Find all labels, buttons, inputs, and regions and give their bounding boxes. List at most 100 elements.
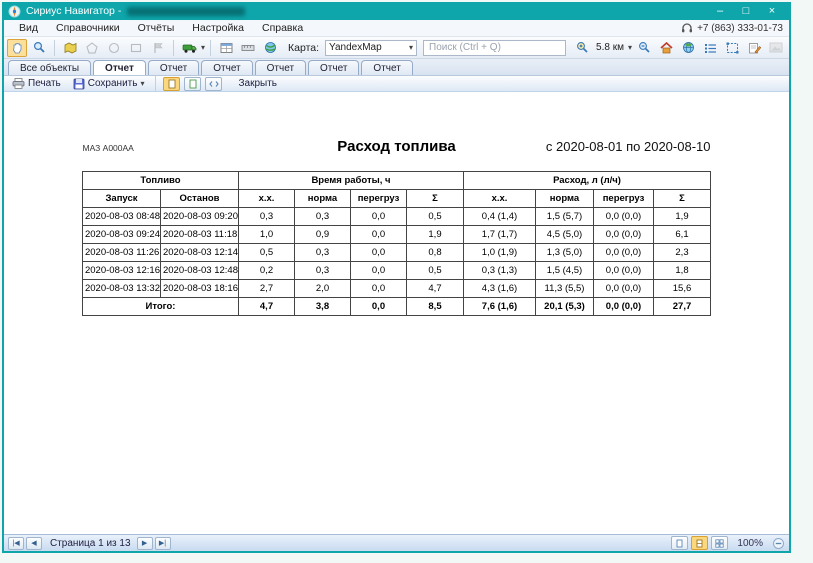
total-idle-time: 4,7 <box>239 298 295 316</box>
draw-rectangle-button[interactable] <box>126 39 146 57</box>
tab-report[interactable]: Отчет <box>201 60 252 75</box>
col-overload-time: перегруз <box>351 190 407 208</box>
table-cell: 0,5 <box>239 244 295 262</box>
globe-tracks-button[interactable] <box>260 39 280 57</box>
minimize-button[interactable]: – <box>707 3 733 19</box>
menu-item-settings[interactable]: Настройка <box>183 22 253 34</box>
print-button[interactable]: Печать <box>8 77 65 91</box>
home-button[interactable] <box>656 39 676 57</box>
report-page: МАЗ A000AA Расход топлива с 2020-08-01 п… <box>4 92 789 534</box>
table-cell: 2,0 <box>295 280 351 298</box>
menu-item-help[interactable]: Справка <box>253 22 312 34</box>
toolbar-separator <box>210 40 211 56</box>
table-cell: 1,9 <box>654 208 711 226</box>
tab-all-objects[interactable]: Все объекты <box>8 60 91 75</box>
tab-report[interactable]: Отчет <box>255 60 306 75</box>
view-single-page-button[interactable] <box>671 536 688 550</box>
toolbar-separator <box>173 40 174 56</box>
menu-item-reports[interactable]: Отчёты <box>129 22 184 34</box>
table-cell: 11,3 (5,5) <box>536 280 594 298</box>
table-cell: 0,0 <box>351 244 407 262</box>
table-cell: 2020-08-03 11:18 <box>160 226 238 244</box>
flag-button[interactable] <box>148 39 168 57</box>
zoom-out-button[interactable] <box>634 39 654 57</box>
tab-report[interactable]: Отчет <box>361 60 412 75</box>
view-multi-page-button[interactable] <box>711 536 728 550</box>
close-report-label: Закрыть <box>238 78 277 89</box>
table-row: 2020-08-03 12:162020-08-03 12:480,20,30,… <box>82 262 710 280</box>
toolbar-separator <box>54 40 55 56</box>
col-norm-fuel: норма <box>536 190 594 208</box>
ruler-icon[interactable] <box>238 39 258 57</box>
table-cell: 2020-08-03 09:20 <box>160 208 238 226</box>
maximize-button[interactable]: □ <box>733 3 759 19</box>
support-phone: +7 (863) 333-01-73 <box>697 23 783 34</box>
table-cell: 2020-08-03 12:14 <box>160 244 238 262</box>
next-page-button[interactable]: ▶ <box>137 537 153 550</box>
zoom-tool-button[interactable] <box>29 39 49 57</box>
col-start: Запуск <box>82 190 160 208</box>
tab-label: Отчет <box>105 63 134 74</box>
total-overload-time: 0,0 <box>351 298 407 316</box>
page-view-fit-button[interactable] <box>184 77 201 91</box>
toolbar-separator <box>155 76 156 92</box>
title-bar: Сириус Навигатор - – □ × <box>4 2 789 20</box>
map-provider-value: YandexMap <box>329 42 382 53</box>
table-cell: 1,8 <box>654 262 711 280</box>
vehicle-button[interactable] <box>179 39 199 57</box>
scale-dropdown-caret[interactable]: ▾ <box>628 43 632 52</box>
prev-page-button[interactable]: ◀ <box>26 537 42 550</box>
table-cell: 0,9 <box>295 226 351 244</box>
edit-note-button[interactable] <box>744 39 764 57</box>
table-cell: 6,1 <box>654 226 711 244</box>
zoom-out-slider-button[interactable] <box>772 537 785 550</box>
table-report-button[interactable] <box>216 39 236 57</box>
table-cell: 1,7 (1,7) <box>464 226 536 244</box>
draw-circle-button[interactable] <box>104 39 124 57</box>
save-button[interactable]: Сохранить ▾ <box>69 77 149 91</box>
table-cell: 0,0 <box>351 262 407 280</box>
vehicle-dropdown-caret[interactable]: ▾ <box>201 43 205 52</box>
table-cell: 1,3 (5,0) <box>536 244 594 262</box>
total-sum-fuel: 27,7 <box>654 298 711 316</box>
search-input[interactable]: Поиск (Ctrl + Q) <box>423 40 566 56</box>
pan-hand-tool-button[interactable] <box>7 39 27 57</box>
table-cell: 15,6 <box>654 280 711 298</box>
app-window: Сириус Навигатор - – □ × Вид Справочники… <box>2 2 791 553</box>
save-dropdown-caret[interactable]: ▾ <box>140 79 144 88</box>
page-view-single-button[interactable] <box>163 77 180 91</box>
tab-report[interactable]: Отчет <box>148 60 199 75</box>
first-page-button[interactable]: |◀ <box>8 537 24 550</box>
table-cell: 0,0 <box>351 226 407 244</box>
selection-frame-button[interactable] <box>722 39 742 57</box>
close-report-button[interactable]: Закрыть <box>234 77 281 91</box>
menu-item-directories[interactable]: Справочники <box>47 22 129 34</box>
last-page-button[interactable]: ▶| <box>155 537 171 550</box>
total-norm-fuel: 20,1 (5,3) <box>536 298 594 316</box>
menu-bar: Вид Справочники Отчёты Настройка Справка… <box>4 20 789 37</box>
column-header-row: Запуск Останов х.х. норма перегруз Σ х.х… <box>82 190 710 208</box>
draw-polygon-button[interactable] <box>82 39 102 57</box>
table-cell: 0,3 <box>295 262 351 280</box>
report-title: Расход топлива <box>337 138 455 155</box>
table-cell: 0,8 <box>407 244 464 262</box>
photo-button[interactable] <box>766 39 786 57</box>
tab-label: Отчет <box>320 63 347 74</box>
page-view-width-button[interactable] <box>205 77 222 91</box>
globe-icon[interactable] <box>678 39 698 57</box>
map-edit-button[interactable] <box>60 39 80 57</box>
map-provider-select[interactable]: YandexMap ▾ <box>325 40 417 56</box>
view-fit-page-button[interactable] <box>691 536 708 550</box>
zoom-in-button[interactable] <box>572 39 592 57</box>
tab-report[interactable]: Отчет <box>308 60 359 75</box>
list-view-button[interactable] <box>700 39 720 57</box>
menu-item-view[interactable]: Вид <box>10 22 47 34</box>
floppy-icon <box>73 78 85 90</box>
map-scale-value[interactable]: 5.8 км <box>596 42 624 53</box>
close-button[interactable]: × <box>759 3 785 19</box>
col-idle-time: х.х. <box>239 190 295 208</box>
search-placeholder: Поиск (Ctrl + Q) <box>429 42 501 53</box>
table-cell: 0,0 <box>351 208 407 226</box>
tab-report-active[interactable]: Отчет <box>93 60 146 75</box>
col-stop: Останов <box>160 190 238 208</box>
